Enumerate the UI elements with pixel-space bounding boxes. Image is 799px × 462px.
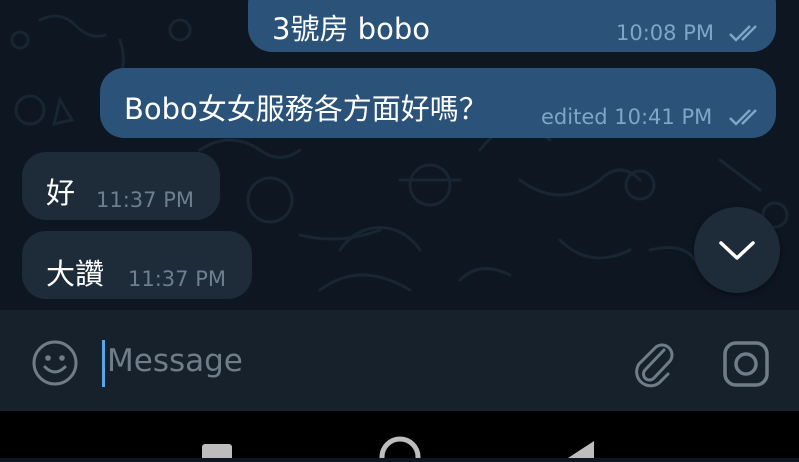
recents-icon (202, 444, 232, 462)
message-time: 11:37 PM (128, 267, 226, 291)
double-check-icon (729, 25, 757, 42)
double-check-icon (729, 109, 757, 126)
message-bubble-incoming[interactable]: 大讚 11:37 PM (22, 231, 252, 299)
nav-recents-button[interactable] (200, 441, 234, 462)
message-text: 好 (46, 176, 76, 210)
message-bubble-outgoing[interactable]: Bobo女女服務各方面好嗎？ edited 10:41 PM (100, 68, 776, 138)
message-time: 11:37 PM (96, 188, 194, 212)
message-bubble-incoming[interactable]: 好 11:37 PM (22, 152, 220, 220)
paperclip-icon (635, 343, 674, 388)
message-text: 3號房 bobo (272, 12, 430, 46)
scroll-to-bottom-button[interactable] (694, 207, 780, 293)
system-navigation-bar (0, 411, 799, 462)
text-cursor (102, 340, 105, 387)
chevron-down-icon (719, 241, 755, 260)
emoji-icon (32, 340, 78, 386)
home-icon (379, 436, 421, 462)
instagram-camera-icon (723, 341, 769, 387)
message-time: edited 10:41 PM (541, 105, 713, 129)
message-time: 10:08 PM (616, 21, 714, 45)
camera-button[interactable] (720, 338, 772, 390)
message-text: 大讚 (46, 257, 105, 291)
chat-area: 3號房 bobo 10:08 PM Bobo女女服務各方面好嗎？ edited … (0, 0, 799, 310)
emoji-button[interactable] (30, 338, 80, 388)
nav-home-button[interactable] (378, 435, 422, 462)
message-placeholder: Message (107, 343, 243, 379)
nav-back-button[interactable] (560, 439, 600, 458)
back-icon (568, 441, 594, 458)
attach-button[interactable] (628, 336, 678, 388)
message-text: Bobo女女服務各方面好嗎？ (124, 92, 488, 126)
message-bubble-outgoing[interactable]: 3號房 bobo 10:08 PM (248, 0, 776, 52)
